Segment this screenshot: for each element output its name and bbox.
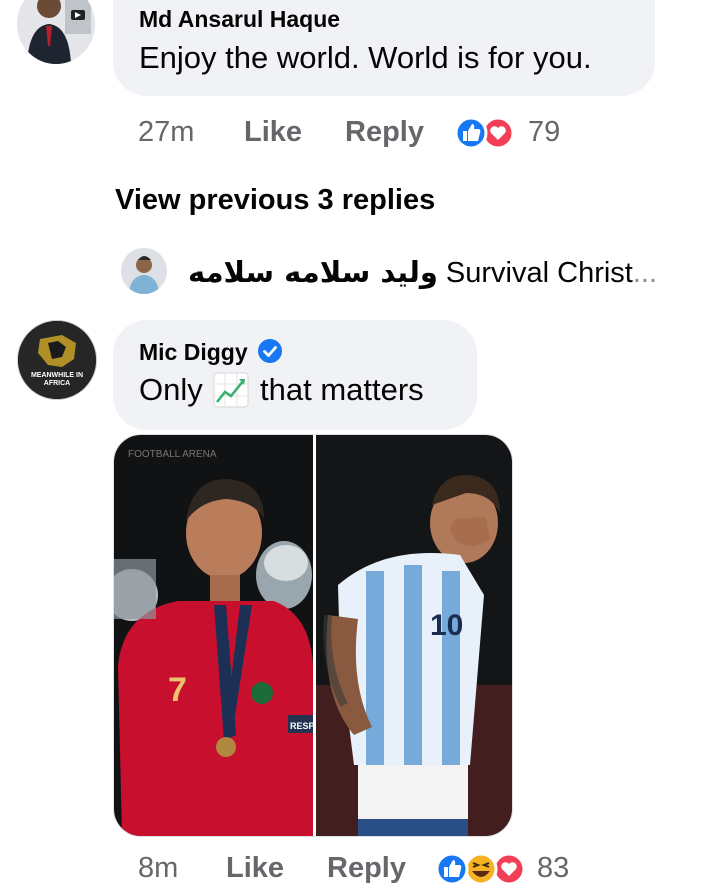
comment2-author-name: Mic Diggy <box>139 339 248 365</box>
comment2-avatar-text: MEANWHILE IN AFRICA <box>30 372 84 387</box>
comment2-avatar[interactable]: MEANWHILE IN AFRICA <box>17 320 97 400</box>
like-icon <box>454 116 488 150</box>
comment1-author[interactable]: Md Ansarul Haque <box>139 6 340 33</box>
comment2-like-button[interactable]: Like <box>226 852 284 885</box>
haha-icon <box>464 852 498 886</box>
comment1-reply-button[interactable]: Reply <box>345 116 424 149</box>
comment2-reply-button[interactable]: Reply <box>327 852 406 885</box>
comment1-reactions[interactable] <box>454 116 516 150</box>
reply-preview-ellipsis: ... <box>632 257 658 289</box>
image-left-number: 7 <box>168 671 187 709</box>
image-armband-text: RESP <box>290 721 315 731</box>
user-photo-icon <box>17 0 95 64</box>
comment2-reactions[interactable] <box>435 852 527 886</box>
reply-preview-avatar[interactable] <box>121 248 167 294</box>
reply-preview[interactable]: وليد سلامه سلامه Survival Christ... <box>188 255 657 290</box>
user-photo-icon <box>121 248 167 294</box>
comment1-avatar[interactable] <box>17 0 95 64</box>
love-icon <box>492 852 526 886</box>
comment1-text: Enjoy the world. World is for you. <box>139 40 592 75</box>
reply-preview-text: Survival Christ <box>445 257 633 289</box>
comment2-text-start: Only <box>139 372 203 407</box>
comment2-text: Only that matters <box>139 372 424 408</box>
comment2-text-end: that matters <box>260 372 424 407</box>
reply-preview-author: وليد سلامه سلامه <box>188 255 438 289</box>
player-red-kit-photo <box>114 435 313 836</box>
player-striped-kit-photo <box>316 435 512 836</box>
comment2-author[interactable]: Mic Diggy <box>139 339 283 366</box>
verified-badge-icon <box>258 339 283 363</box>
image-watermark: FOOTBALL ARENA <box>128 449 217 460</box>
comment1-reaction-count[interactable]: 79 <box>528 116 560 149</box>
comment2-timestamp[interactable]: 8m <box>138 852 178 885</box>
chart-increasing-icon <box>213 372 249 408</box>
image-right-number: 10 <box>430 609 463 642</box>
like-icon <box>435 852 469 886</box>
comment2-attached-image[interactable]: 7 RESP FOOTBALL ARENA 10 <box>113 434 513 837</box>
comment1-timestamp[interactable]: 27m <box>138 116 194 149</box>
view-previous-replies-link[interactable]: View previous 3 replies <box>115 184 435 217</box>
comment1-like-button[interactable]: Like <box>244 116 302 149</box>
comment2-reaction-count[interactable]: 83 <box>537 852 569 885</box>
